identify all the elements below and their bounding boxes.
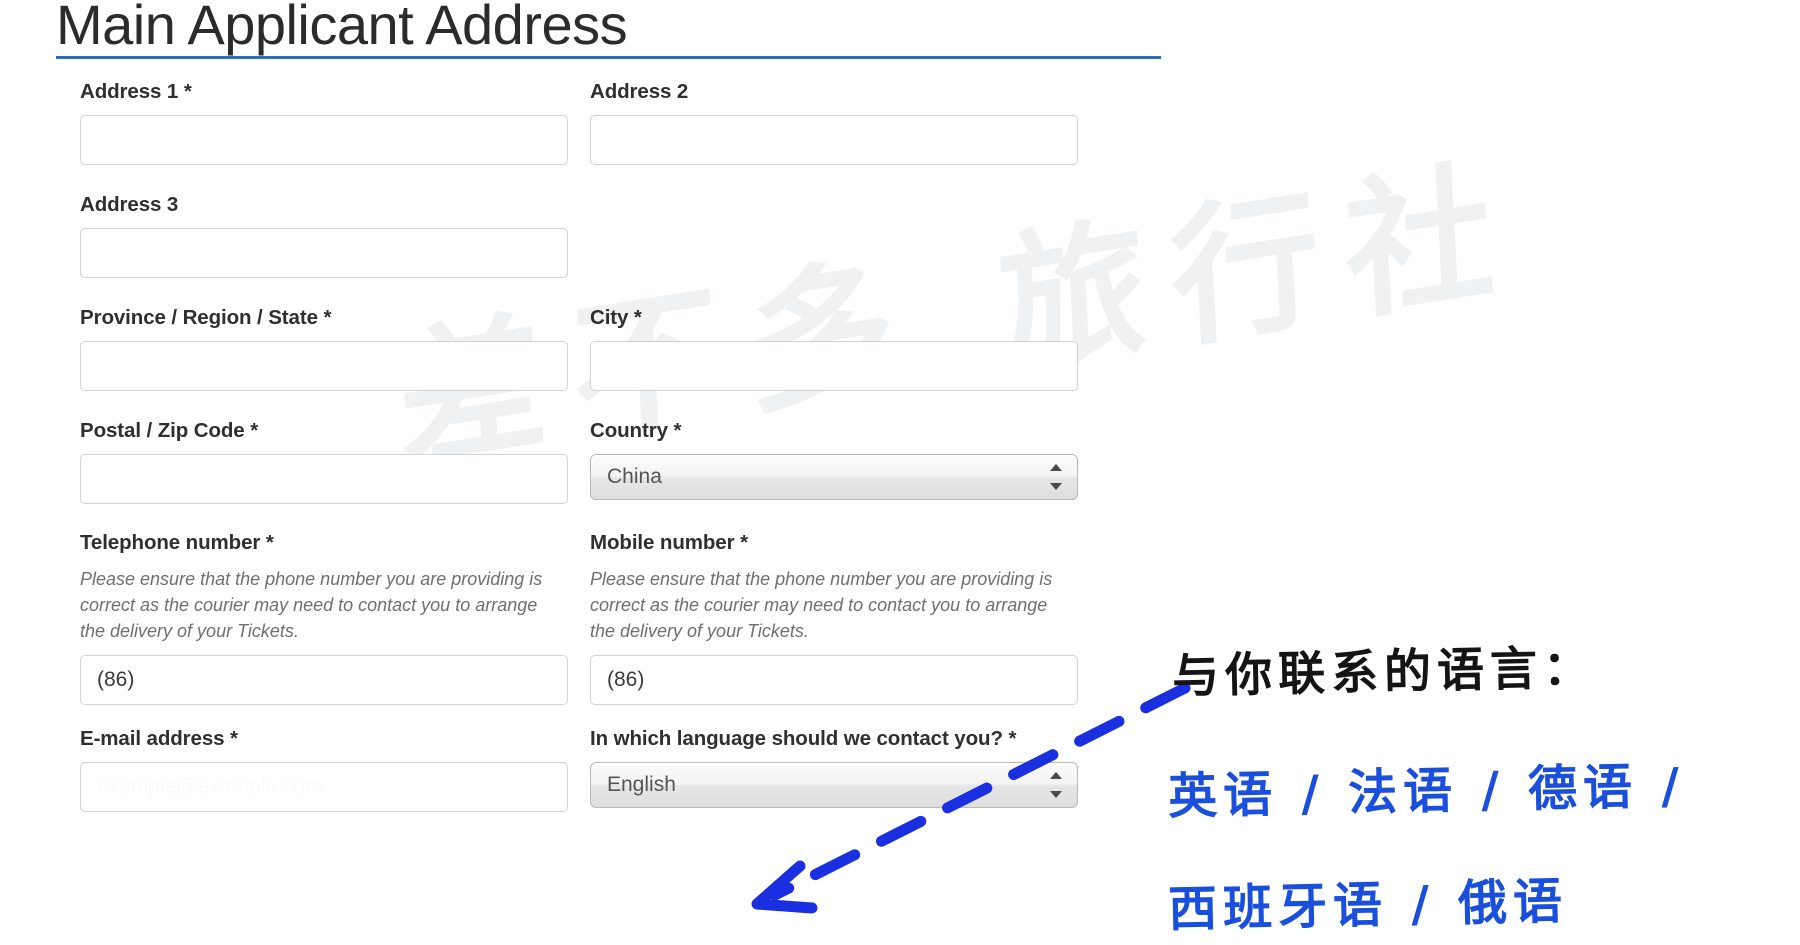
field-email: E-mail address * bbox=[80, 727, 568, 812]
field-telephone: Telephone number * Please ensure that th… bbox=[80, 531, 568, 706]
input-address-2[interactable] bbox=[590, 115, 1078, 165]
label-postal-code: Postal / Zip Code * bbox=[80, 419, 259, 442]
input-email[interactable] bbox=[80, 762, 568, 812]
label-mobile: Mobile number * bbox=[590, 531, 748, 554]
field-language: In which language should we contact you?… bbox=[590, 727, 1078, 808]
select-language[interactable]: English bbox=[590, 762, 1078, 808]
label-email: E-mail address * bbox=[80, 727, 238, 750]
field-address-3: Address 3 bbox=[80, 193, 568, 278]
label-country: Country * bbox=[590, 419, 682, 442]
field-province: Province / Region / State * bbox=[80, 306, 568, 391]
label-city: City * bbox=[590, 306, 642, 329]
field-address-1: Address 1 * bbox=[80, 80, 568, 165]
label-language: In which language should we contact you?… bbox=[590, 727, 1017, 750]
label-telephone: Telephone number * bbox=[80, 531, 274, 554]
field-country: Country * China bbox=[590, 419, 1078, 500]
field-address-2: Address 2 bbox=[590, 80, 1078, 165]
label-province: Province / Region / State * bbox=[80, 306, 332, 329]
input-province[interactable] bbox=[80, 341, 568, 391]
label-address-2: Address 2 bbox=[590, 80, 689, 103]
input-postal-code[interactable] bbox=[80, 454, 568, 504]
input-telephone[interactable] bbox=[80, 655, 568, 706]
help-mobile: Please ensure that the phone number you … bbox=[590, 569, 1053, 642]
input-address-1[interactable] bbox=[80, 115, 568, 165]
select-country[interactable]: China bbox=[590, 454, 1078, 500]
input-city[interactable] bbox=[590, 341, 1078, 391]
select-country-value: China bbox=[590, 454, 1078, 500]
field-postal-code: Postal / Zip Code * bbox=[80, 419, 568, 504]
label-address-1: Address 1 * bbox=[80, 80, 192, 103]
field-mobile: Mobile number * Please ensure that the p… bbox=[590, 531, 1078, 706]
label-address-3: Address 3 bbox=[80, 193, 179, 216]
page-title: Main Applicant Address bbox=[56, 0, 628, 56]
select-language-value: English bbox=[590, 762, 1078, 808]
field-city: City * bbox=[590, 306, 1078, 391]
title-underline-rule bbox=[56, 56, 1161, 59]
form-page: Main Applicant Address Address 1 * Addre… bbox=[0, 0, 1800, 945]
input-address-3[interactable] bbox=[80, 228, 568, 278]
help-telephone: Please ensure that the phone number you … bbox=[80, 569, 543, 642]
input-mobile[interactable] bbox=[590, 655, 1078, 706]
